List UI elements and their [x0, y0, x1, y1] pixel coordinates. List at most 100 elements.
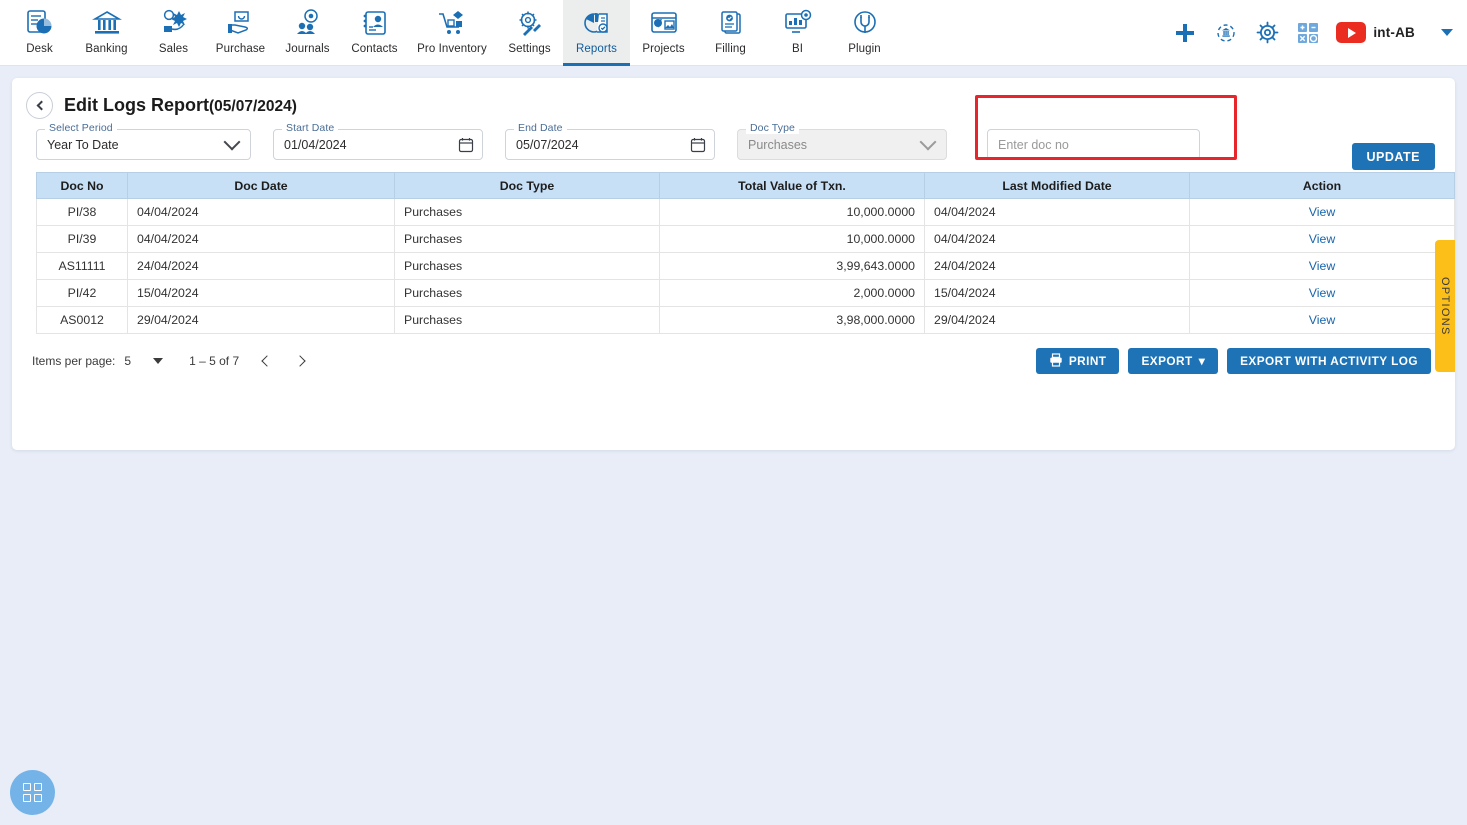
start-date-field[interactable]: Start Date 01/04/2024: [273, 122, 483, 160]
plus-icon[interactable]: [1173, 21, 1197, 45]
cell-total-value: 10,000.0000: [659, 225, 925, 253]
items-per-page-value[interactable]: 5: [124, 354, 131, 368]
view-link[interactable]: View: [1309, 259, 1335, 273]
cell-doc-no: AS11111: [36, 252, 128, 280]
export-button[interactable]: EXPORT ▾: [1128, 348, 1219, 374]
doc-type-field[interactable]: Doc Type Purchases: [737, 122, 947, 160]
view-link[interactable]: View: [1309, 313, 1335, 327]
nav-item-filling[interactable]: Filling: [697, 0, 764, 65]
nav-label: Desk: [26, 43, 53, 55]
export-label: EXPORT: [1141, 354, 1193, 368]
cell-last-modified: 15/04/2024: [924, 279, 1190, 307]
edit-logs-table: Doc No Doc Date Doc Type Total Value of …: [36, 172, 1455, 334]
select-period-value: Year To Date: [47, 137, 119, 152]
end-date-value: 05/07/2024: [516, 137, 579, 152]
update-button[interactable]: UPDATE: [1351, 143, 1435, 170]
table-row[interactable]: PI/42 15/04/2024 Purchases 2,000.0000 15…: [36, 279, 1455, 307]
column-header-doc-type: Doc Type: [394, 172, 660, 199]
table-body: PI/38 04/04/2024 Purchases 10,000.0000 0…: [36, 198, 1455, 334]
previous-page-button[interactable]: [255, 351, 275, 371]
nav-item-desk[interactable]: Desk: [6, 0, 73, 65]
calendar-icon[interactable]: [684, 137, 706, 153]
cell-action: View: [1189, 306, 1455, 334]
nav-item-banking[interactable]: Banking: [73, 0, 140, 65]
bank-refresh-icon[interactable]: [1213, 20, 1239, 46]
filling-docs-icon: [716, 6, 746, 39]
back-chevron-icon: [36, 100, 46, 111]
nav-label: Filling: [715, 43, 746, 55]
cell-doc-no: AS0012: [36, 306, 128, 334]
reports-piechart-icon: [582, 6, 612, 39]
nav-item-reports[interactable]: Reports: [563, 0, 630, 66]
select-period-field[interactable]: Select Period Year To Date: [36, 122, 251, 160]
nav-item-settings[interactable]: Settings: [496, 0, 563, 65]
youtube-icon[interactable]: [1336, 22, 1367, 43]
table-row[interactable]: PI/39 04/04/2024 Purchases 10,000.0000 0…: [36, 225, 1455, 253]
nav-item-projects[interactable]: Projects: [630, 0, 697, 65]
chevron-down-icon[interactable]: [223, 133, 241, 151]
cell-last-modified: 24/04/2024: [924, 252, 1190, 280]
youtube-company-group[interactable]: int-AB: [1336, 22, 1415, 43]
calculator-icon[interactable]: [1296, 21, 1320, 45]
table-row[interactable]: PI/38 04/04/2024 Purchases 10,000.0000 0…: [36, 198, 1455, 226]
end-date-field[interactable]: End Date 05/07/2024: [505, 122, 715, 160]
page-title-date: (05/07/2024): [209, 98, 297, 115]
column-header-doc-date: Doc Date: [127, 172, 395, 199]
back-button[interactable]: [26, 92, 53, 119]
select-period-label: Select Period: [45, 122, 117, 134]
chevron-down-icon[interactable]: [153, 358, 164, 364]
nav-item-plugin[interactable]: Plugin: [831, 0, 898, 65]
export-with-activity-log-button[interactable]: EXPORT WITH ACTIVITY LOG: [1227, 348, 1431, 374]
options-side-tab[interactable]: OPTIONS: [1435, 240, 1455, 372]
table-row[interactable]: AS11111 24/04/2024 Purchases 3,99,643.00…: [36, 252, 1455, 280]
pagination-range: 1 – 5 of 7: [189, 354, 240, 368]
cell-last-modified: 04/04/2024: [924, 225, 1190, 253]
cell-doc-no: PI/42: [36, 279, 128, 307]
printer-icon: [1049, 352, 1063, 370]
view-link[interactable]: View: [1309, 286, 1335, 300]
cell-doc-type: Purchases: [394, 225, 660, 253]
plugin-icon: [850, 6, 880, 39]
nav-item-bi[interactable]: BI: [764, 0, 831, 65]
chevron-left-icon: [260, 355, 273, 367]
purchase-icon: [226, 6, 256, 39]
view-link[interactable]: View: [1309, 205, 1335, 219]
doc-no-field[interactable]: Enter doc no: [987, 129, 1200, 160]
nav-item-journals[interactable]: Journals: [274, 0, 341, 65]
cell-doc-no: PI/38: [36, 198, 128, 226]
cell-last-modified: 04/04/2024: [924, 198, 1190, 226]
print-button[interactable]: PRINT: [1035, 348, 1120, 374]
apps-grid-fab[interactable]: [10, 770, 55, 815]
gear-icon[interactable]: [1255, 20, 1280, 45]
calendar-icon[interactable]: [452, 137, 474, 153]
chevron-right-icon: [293, 355, 306, 367]
cell-total-value: 3,99,643.0000: [659, 252, 925, 280]
chevron-down-icon[interactable]: [919, 133, 937, 151]
table-footer: Items per page: 5 1 – 5 of 7 PRINT EXPOR…: [12, 334, 1455, 374]
nav-item-sales[interactable]: Sales: [140, 0, 207, 65]
next-page-button[interactable]: [291, 351, 311, 371]
doc-no-input[interactable]: Enter doc no: [998, 138, 1191, 152]
settings-gear-wrench-icon: [515, 6, 545, 39]
chevron-down-icon[interactable]: [1441, 29, 1453, 36]
nav-label: Contacts: [351, 43, 398, 55]
cell-doc-date: 15/04/2024: [127, 279, 395, 307]
nav-label: Journals: [285, 43, 330, 55]
doc-no-control[interactable]: Enter doc no: [987, 129, 1200, 160]
report-card: Edit Logs Report(05/07/2024) Select Peri…: [12, 78, 1455, 450]
nav-right-actions: int-AB: [1173, 0, 1467, 65]
table-row[interactable]: AS0012 29/04/2024 Purchases 3,98,000.000…: [36, 306, 1455, 334]
cell-action: View: [1189, 198, 1455, 226]
nav-item-contacts[interactable]: Contacts: [341, 0, 408, 65]
cell-action: View: [1189, 279, 1455, 307]
options-label: OPTIONS: [1439, 276, 1451, 336]
nav-label: BI: [791, 43, 804, 55]
cell-doc-type: Purchases: [394, 279, 660, 307]
view-link[interactable]: View: [1309, 232, 1335, 246]
nav-item-pro-inventory[interactable]: Pro Inventory: [408, 0, 496, 65]
nav-item-purchase[interactable]: Purchase: [207, 0, 274, 65]
end-date-label: End Date: [514, 122, 567, 134]
card-header: Edit Logs Report(05/07/2024): [12, 78, 1455, 119]
column-header-action: Action: [1189, 172, 1455, 199]
table-header-row: Doc No Doc Date Doc Type Total Value of …: [36, 172, 1455, 199]
